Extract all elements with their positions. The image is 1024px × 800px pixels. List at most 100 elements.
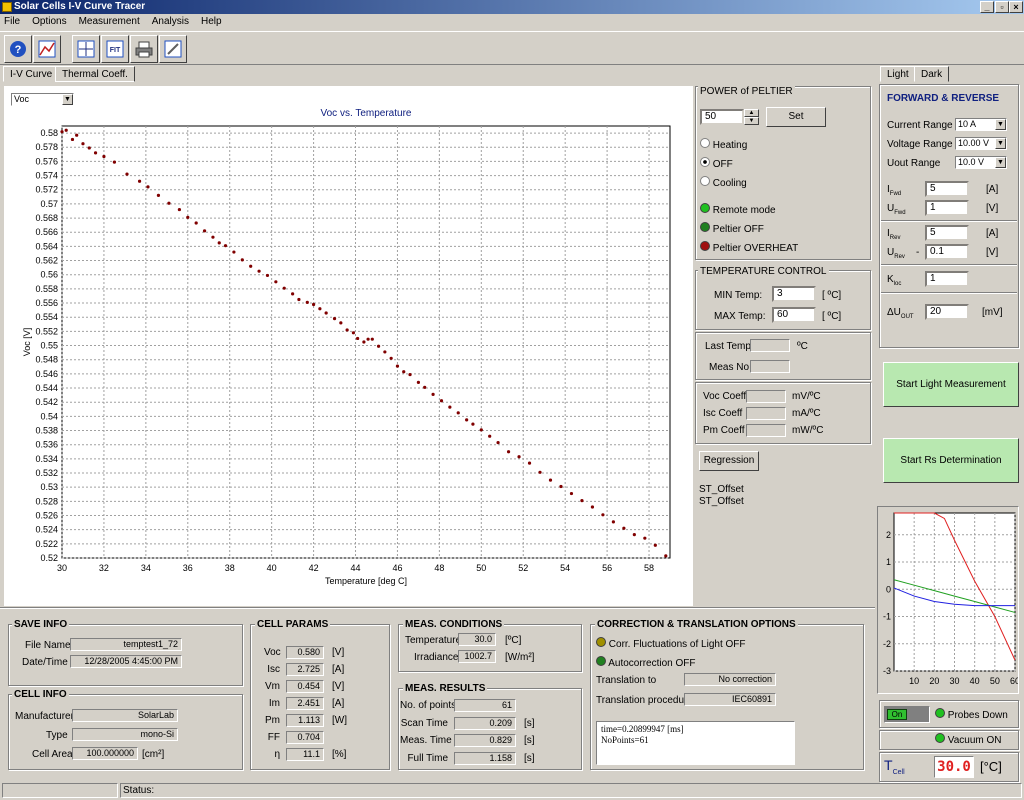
current-range-select[interactable]: 10 A ▼	[955, 118, 1007, 131]
data-point	[217, 241, 221, 245]
data-point	[383, 350, 387, 354]
cell-param-value: 2.725	[286, 663, 324, 676]
log-line: NoPoints=61	[601, 735, 649, 745]
y-tick-label: 0.52	[40, 553, 58, 563]
regression-button[interactable]: Regression	[699, 451, 759, 471]
cell-param-label: Vm	[265, 681, 280, 692]
x-tick-label: 36	[183, 563, 193, 573]
min-temp-input[interactable]: 3	[772, 286, 816, 302]
last-temp-unit: ºC	[797, 341, 808, 352]
status-label: Status:	[123, 785, 155, 796]
spin-down-icon[interactable]: ▼	[744, 117, 759, 125]
crosshair-button[interactable]	[72, 35, 100, 63]
data-point	[664, 554, 668, 558]
st-offset-1: ST_Offset	[699, 484, 744, 495]
data-point	[456, 411, 460, 415]
k-loc-label: Kloc	[887, 274, 902, 287]
meas-result-label: No. of points	[400, 700, 457, 711]
voltage-range-select[interactable]: 10.00 V ▼	[955, 137, 1007, 150]
close-button[interactable]: ×	[1009, 1, 1023, 13]
menu-file[interactable]: File	[4, 14, 20, 30]
log-textbox[interactable]: time=0.20899947 [ms] NoPoints=61	[596, 721, 795, 765]
cell-param-unit: [V]	[332, 647, 345, 658]
i-fwd-input[interactable]: 5	[925, 181, 969, 197]
print-button[interactable]	[130, 35, 158, 63]
minimize-button[interactable]: _	[980, 1, 994, 13]
menu-measurement[interactable]: Measurement	[79, 14, 140, 30]
y-tick-label: 0.548	[35, 355, 58, 365]
tab-iv-curve[interactable]: I-V Curve	[3, 66, 60, 82]
k-loc-input[interactable]: 1	[925, 271, 969, 287]
max-temp-input[interactable]: 60	[772, 307, 816, 323]
data-point	[81, 142, 85, 146]
data-point	[311, 302, 316, 307]
du-out-input[interactable]: 20	[925, 304, 969, 320]
separator	[881, 220, 1017, 222]
correction-title: CORRECTION & TRANSLATION OPTIONS	[595, 619, 798, 630]
radio-off[interactable]: OFF	[700, 157, 733, 170]
data-point	[324, 311, 328, 315]
chart-panel: Voc ▼ Voc vs. Temperature 30 32 34 36 38 40 42 44…	[4, 86, 693, 606]
data-point	[125, 172, 129, 176]
peltier-power-input[interactable]: 50	[700, 109, 744, 125]
data-point	[265, 273, 270, 278]
u-fwd-input[interactable]: 1	[925, 200, 969, 216]
uout-range-select[interactable]: 10.0 V ▼	[955, 156, 1007, 169]
radio-heating[interactable]: Heating	[700, 138, 747, 151]
data-point	[569, 491, 574, 496]
menu-analysis[interactable]: Analysis	[152, 14, 189, 30]
save-info-title: SAVE INFO	[12, 619, 70, 630]
manufacturer-label: Manufacturer	[15, 711, 74, 722]
start-light-measurement-button[interactable]: Start Light Measurement	[883, 362, 1019, 407]
x-tick-label: 40	[970, 676, 980, 686]
cell-param-unit: [V]	[332, 681, 345, 692]
edit-button[interactable]	[159, 35, 187, 63]
y-tick-label: 0.55	[40, 341, 58, 351]
status-bar: Status:	[120, 783, 1022, 798]
du-out-unit: [mV]	[982, 307, 1003, 318]
y-tick-label: 0.578	[35, 142, 58, 152]
cell-param-label: Pm	[265, 715, 280, 726]
data-point	[527, 461, 532, 465]
data-point	[211, 235, 215, 239]
data-point	[64, 128, 68, 132]
cell-param-label: η	[274, 749, 280, 760]
u-fwd-label: UFwd	[887, 203, 906, 216]
menu-help[interactable]: Help	[201, 14, 222, 30]
y-tick-label: 0.54	[40, 411, 58, 421]
fit-button[interactable]: FIT	[101, 35, 129, 63]
x-tick-label: 40	[267, 563, 277, 573]
tab-thermal-coeff[interactable]: Thermal Coeff.	[55, 66, 135, 82]
probe-switch[interactable]: On	[884, 706, 930, 723]
y-tick-label: -3	[883, 666, 891, 676]
cell-param-value: 0.580	[286, 646, 324, 659]
set-button[interactable]: Set	[766, 107, 826, 127]
y-tick-label: 0.532	[35, 468, 58, 478]
data-point	[318, 307, 322, 311]
start-rs-determination-button[interactable]: Start Rs Determination	[883, 438, 1019, 483]
cell-param-unit: [%]	[332, 749, 347, 760]
radio-cooling[interactable]: Cooling	[700, 176, 747, 189]
peltier-off-indicator: Peltier OFF	[700, 222, 764, 235]
meas-result-unit: [s]	[524, 752, 535, 764]
help-button[interactable]: ?	[4, 35, 32, 63]
data-point	[402, 370, 406, 374]
cell-param-label: Voc	[264, 647, 281, 658]
u-rev-input[interactable]: 0.1	[925, 244, 969, 260]
data-point	[167, 201, 171, 205]
irradiance-unit: [W/m²]	[505, 652, 535, 663]
probes-down-indicator: Probes Down	[935, 708, 1008, 721]
i-rev-input[interactable]: 5	[925, 225, 969, 241]
cell-param-label: FF	[267, 732, 280, 743]
max-temp-unit: [ ºC]	[822, 311, 842, 322]
y-tick-label: 0.524	[35, 525, 58, 535]
x-axis-label: Temperature [deg C]	[325, 576, 407, 586]
meas-results-title: MEAS. RESULTS	[403, 683, 488, 694]
menu-options[interactable]: Options	[32, 14, 66, 30]
tab-light[interactable]: Light	[880, 66, 916, 82]
spin-up-icon[interactable]: ▲	[744, 109, 759, 117]
plot-button[interactable]	[33, 35, 61, 63]
maximize-button[interactable]: ▫	[995, 1, 1009, 13]
data-point	[93, 151, 98, 155]
tab-dark[interactable]: Dark	[914, 66, 950, 82]
